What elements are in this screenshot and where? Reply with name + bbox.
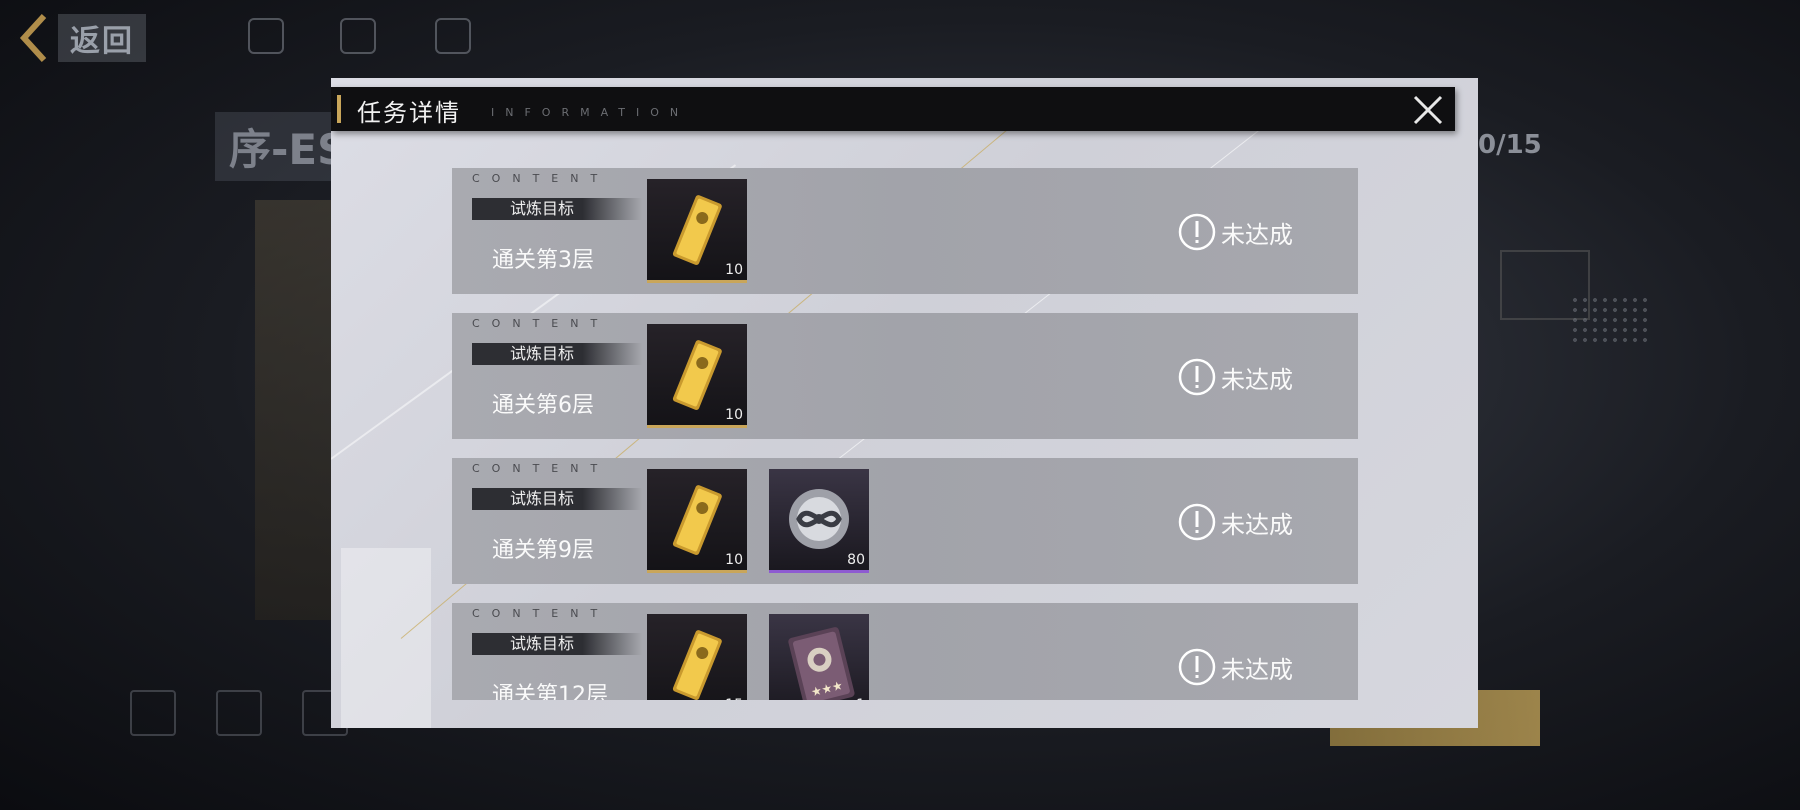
task-details-dialog: 任务详情 INFORMATION CONTENT 试炼目标 通关第3层 10 未… bbox=[331, 78, 1478, 728]
gold-bar-icon bbox=[672, 630, 722, 700]
task-status: 未达成 bbox=[1177, 647, 1293, 687]
reward-count: 10 bbox=[725, 262, 743, 278]
back-button[interactable]: 返回 bbox=[18, 12, 146, 64]
info-icon[interactable] bbox=[340, 18, 376, 54]
task-status: 未达成 bbox=[1177, 212, 1293, 252]
goal-text: 通关第12层 bbox=[492, 683, 608, 700]
back-label: 返回 bbox=[58, 14, 146, 62]
goal-text: 通关第9层 bbox=[492, 538, 594, 563]
content-label: CONTENT bbox=[472, 172, 610, 185]
task-row: CONTENT 试炼目标 通关第3层 10 未达成 bbox=[452, 168, 1358, 294]
header-accent bbox=[337, 95, 341, 123]
reward-count: 80 bbox=[847, 552, 865, 568]
goal-text: 通关第6层 bbox=[492, 393, 594, 418]
exclamation-icon bbox=[1178, 648, 1216, 686]
reward-item[interactable]: 80 bbox=[769, 469, 869, 573]
close-icon[interactable] bbox=[1409, 91, 1447, 129]
menu-icon[interactable] bbox=[130, 690, 176, 736]
reward-count: 10 bbox=[725, 407, 743, 423]
background-panel bbox=[255, 200, 335, 620]
dialog-subtitle: INFORMATION bbox=[491, 106, 690, 119]
exclamation-icon bbox=[1178, 503, 1216, 541]
content-label: CONTENT bbox=[472, 317, 610, 330]
star-ticket-icon: ★★★ bbox=[788, 627, 855, 700]
dot-grid-decoration bbox=[1570, 295, 1650, 345]
task-row: CONTENT 试炼目标 通关第6层 10 未达成 bbox=[452, 313, 1358, 439]
bottom-nav bbox=[130, 690, 348, 736]
reward-item[interactable]: ★★★ 1 bbox=[769, 614, 869, 700]
reward-count: 10 bbox=[725, 552, 743, 568]
progress-counter: 0/15 bbox=[1478, 130, 1542, 160]
task-list[interactable]: CONTENT 试炼目标 通关第3层 10 未达成 CONTENT 试炼目标 通… bbox=[452, 168, 1358, 700]
reward-item[interactable]: 15 bbox=[647, 614, 747, 700]
reward-item[interactable]: 10 bbox=[647, 179, 747, 283]
status-text: 未达成 bbox=[1221, 365, 1293, 394]
exclamation-icon bbox=[1178, 358, 1216, 396]
chevron-left-icon bbox=[19, 13, 47, 63]
content-label: CONTENT bbox=[472, 607, 610, 620]
reward-item[interactable]: 10 bbox=[647, 324, 747, 428]
home-icon[interactable] bbox=[248, 18, 284, 54]
goal-text: 通关第3层 bbox=[492, 248, 594, 273]
exclamation-icon bbox=[1178, 213, 1216, 251]
task-status: 未达成 bbox=[1177, 502, 1293, 542]
status-text: 未达成 bbox=[1221, 510, 1293, 539]
task-status: 未达成 bbox=[1177, 357, 1293, 397]
status-text: 未达成 bbox=[1221, 220, 1293, 249]
shop-icon[interactable] bbox=[435, 18, 471, 54]
content-label: CONTENT bbox=[472, 462, 610, 475]
dialog-title: 任务详情 bbox=[357, 99, 461, 127]
goal-tag: 试炼目标 bbox=[472, 633, 642, 655]
goal-tag: 试炼目标 bbox=[472, 198, 642, 220]
goal-tag: 试炼目标 bbox=[472, 343, 642, 365]
decoration bbox=[341, 548, 431, 728]
task-row: CONTENT 试炼目标 通关第9层 10 80 未达成 bbox=[452, 458, 1358, 584]
reward-count: 1 bbox=[856, 697, 865, 700]
task-row: CONTENT 试炼目标 通关第12层 15 bbox=[452, 603, 1358, 700]
task-icon[interactable] bbox=[216, 690, 262, 736]
status-text: 未达成 bbox=[1221, 655, 1293, 684]
reward-count: 15 bbox=[725, 697, 743, 700]
reward-item[interactable]: 10 bbox=[647, 469, 747, 573]
dialog-header: 任务详情 INFORMATION bbox=[331, 87, 1455, 131]
goal-tag: 试炼目标 bbox=[472, 488, 642, 510]
